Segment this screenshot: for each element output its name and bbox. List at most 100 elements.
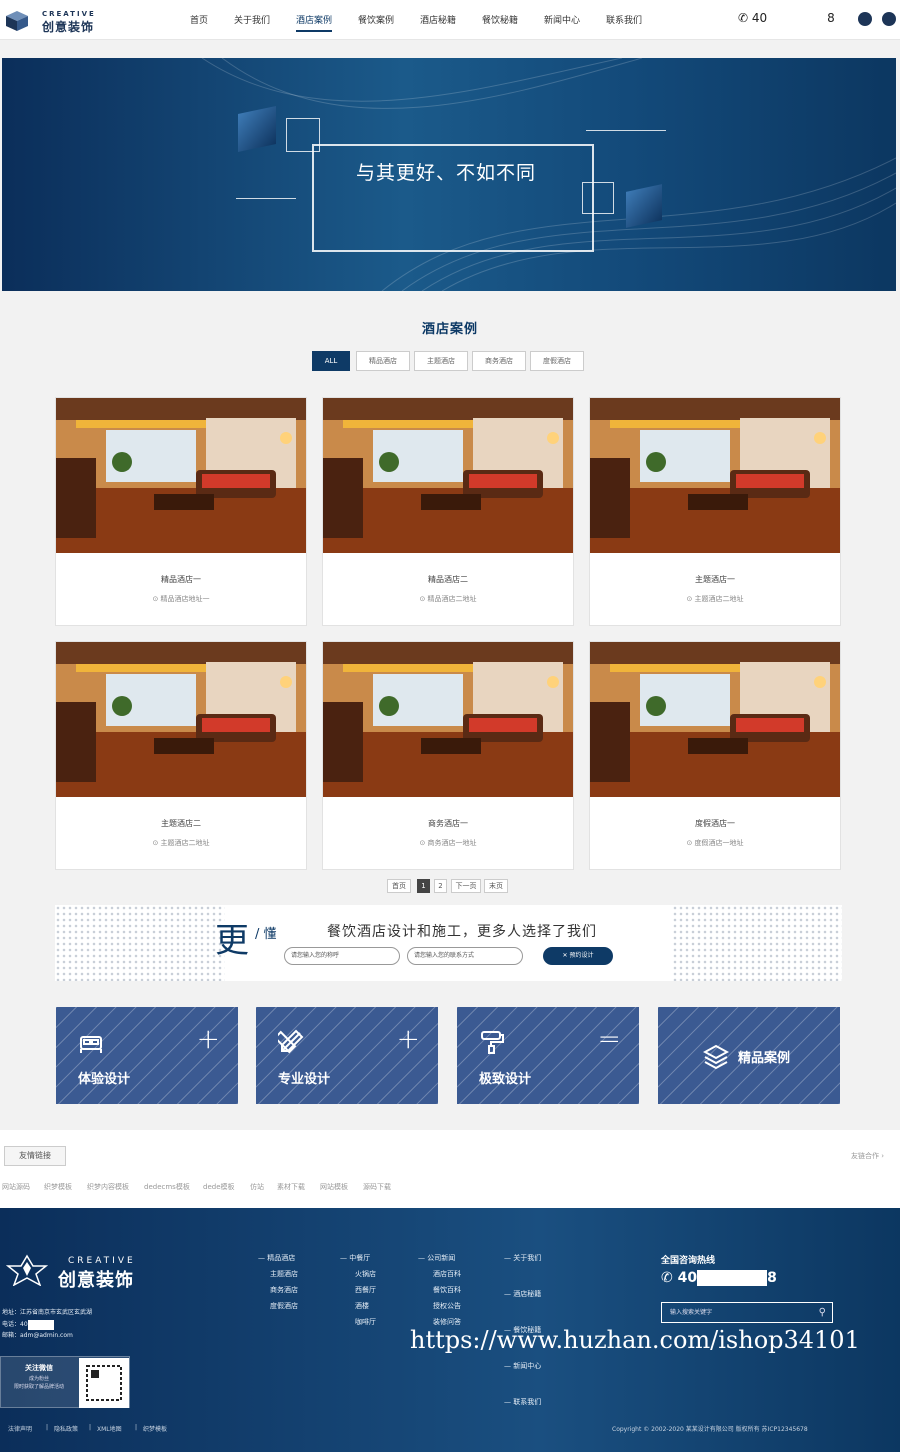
nav-dining-cases[interactable]: 餐饮案例 — [358, 13, 394, 26]
footer-col1-head[interactable]: — 精品酒店 — [258, 1253, 295, 1263]
banner-slogan: 与其更好、不如不同 — [356, 162, 537, 184]
phone-suffix: 8 — [827, 11, 835, 25]
case-photo[interactable] — [323, 398, 573, 553]
footer-link[interactable]: 中餐厅 — [349, 1254, 370, 1262]
nav-contact[interactable]: 联系我们 — [606, 13, 642, 26]
cta-name-input[interactable]: 请您输入您的称呼 — [284, 947, 400, 965]
filter-all[interactable]: ALL — [312, 351, 350, 371]
cta-contact-input[interactable]: 请您输入您的联系方式 — [407, 947, 523, 965]
case-title[interactable]: 精品酒店二 — [323, 574, 573, 585]
bottom-link[interactable]: 织梦模板 — [143, 1424, 167, 1433]
hero-banner: 与其更好、不如不同 — [2, 58, 896, 291]
nav-news[interactable]: 新闻中心 — [544, 13, 580, 26]
footer-link[interactable]: 餐饮百科 — [433, 1285, 461, 1295]
feature-experience[interactable]: + 体验设计 — [56, 1007, 238, 1104]
feature-cases[interactable]: 精品案例 — [658, 1007, 840, 1104]
page-last[interactable]: 末页 — [484, 879, 508, 893]
nav-hotel-tips[interactable]: 酒店秘籍 — [420, 13, 456, 26]
filter-resort[interactable]: 度假酒店 — [530, 351, 584, 371]
footer-link[interactable]: 火锅店 — [355, 1269, 376, 1279]
case-address: ⊙ 商务酒店一地址 — [323, 838, 573, 848]
nav-about[interactable]: 关于我们 — [234, 13, 270, 26]
case-photo[interactable] — [56, 398, 306, 553]
friend-link[interactable]: 素材下载 — [277, 1182, 305, 1192]
footer-logo-en: CREATIVE — [68, 1256, 136, 1266]
friend-link[interactable]: 仿站 — [250, 1182, 264, 1192]
filter-theme[interactable]: 主题酒店 — [414, 351, 468, 371]
case-card[interactable]: 精品酒店二 ⊙ 精品酒店二地址 — [322, 397, 574, 626]
friend-link[interactable]: 源码下载 — [363, 1182, 391, 1192]
plus-icon: + — [196, 1022, 220, 1055]
case-card[interactable]: 主题酒店二 ⊙ 主题酒店二地址 — [55, 641, 307, 870]
wechat-icon[interactable] — [858, 12, 872, 26]
footer-col4-item[interactable]: — 新闻中心 — [504, 1361, 541, 1371]
case-title[interactable]: 商务酒店一 — [323, 818, 573, 829]
case-title[interactable]: 精品酒店一 — [56, 574, 306, 585]
case-card[interactable]: 商务酒店一 ⊙ 商务酒店一地址 — [322, 641, 574, 870]
case-card[interactable]: 主题酒店一 ⊙ 主题酒店二地址 — [589, 397, 841, 626]
footer-link[interactable]: 商务酒店 — [270, 1285, 298, 1295]
friend-link[interactable]: 织梦内容模板 — [87, 1182, 129, 1192]
footer-link[interactable]: 酒店秘籍 — [513, 1290, 541, 1298]
bottom-link[interactable]: XML地图 — [97, 1424, 122, 1433]
filter-boutique[interactable]: 精品酒店 — [356, 351, 410, 371]
page-2[interactable]: 2 — [434, 879, 447, 893]
footer-col4-item[interactable]: — 关于我们 — [504, 1253, 541, 1263]
footer-link[interactable]: 关于我们 — [513, 1254, 541, 1262]
footer-link[interactable]: 公司新闻 — [427, 1254, 455, 1262]
logo-star-icon — [6, 1254, 48, 1286]
friend-link[interactable]: dede模板 — [203, 1182, 235, 1192]
footer-link[interactable]: 酒店百科 — [433, 1269, 461, 1279]
footer-link[interactable]: 西餐厅 — [355, 1285, 376, 1295]
cta-submit-button[interactable]: ✕ 预约设计 — [543, 947, 613, 965]
footer-link[interactable]: 授权公告 — [433, 1301, 461, 1311]
bottom-link[interactable]: 法律声明 — [8, 1424, 32, 1433]
footer-col4-item[interactable]: — 酒店秘籍 — [504, 1289, 541, 1299]
footer-link[interactable]: 精品酒店 — [267, 1254, 295, 1262]
site-logo[interactable]: CREATIVE 创意装饰 — [4, 8, 94, 34]
footer-link[interactable]: 新闻中心 — [513, 1362, 541, 1370]
case-title[interactable]: 度假酒店一 — [590, 818, 840, 829]
case-photo[interactable] — [590, 642, 840, 797]
case-photo[interactable] — [323, 642, 573, 797]
footer-link[interactable]: 酒楼 — [355, 1301, 369, 1311]
footer-search-input[interactable]: 输入搜索关键字 ⚲ — [661, 1302, 833, 1323]
feature-ultimate[interactable]: = 极致设计 — [457, 1007, 639, 1104]
case-address-text: 主题酒店二地址 — [160, 839, 210, 847]
case-card[interactable]: 度假酒店一 ⊙ 度假酒店一地址 — [589, 641, 841, 870]
friend-link[interactable]: 网站源码 — [2, 1182, 30, 1192]
footer-link[interactable]: 咖啡厅 — [355, 1317, 376, 1327]
friend-link[interactable]: 网站模板 — [320, 1182, 348, 1192]
wechat-qr-code — [79, 1358, 129, 1408]
footer-col2-head[interactable]: — 中餐厅 — [340, 1253, 370, 1263]
footer-col3-head[interactable]: — 公司新闻 — [418, 1253, 455, 1263]
nav-home[interactable]: 首页 — [190, 13, 208, 26]
bed-icon — [80, 1036, 102, 1053]
case-photo[interactable] — [56, 642, 306, 797]
watermark-text: https://www.huzhan.com/ishop34101 — [410, 1326, 860, 1354]
footer-link[interactable]: 主题酒店 — [270, 1269, 298, 1279]
page-1[interactable]: 1 — [417, 879, 430, 893]
footer-link[interactable]: 联系我们 — [513, 1398, 541, 1406]
case-photo[interactable] — [590, 398, 840, 553]
bottom-link[interactable]: 隐私政策 — [54, 1424, 78, 1433]
case-card[interactable]: 精品酒店一 ⊙ 精品酒店地址一 — [55, 397, 307, 626]
nav-hotel-cases[interactable]: 酒店案例 — [296, 13, 333, 32]
footer-link[interactable]: 度假酒店 — [270, 1301, 298, 1311]
nav-dining-tips[interactable]: 餐饮秘籍 — [482, 13, 518, 26]
friend-link[interactable]: dedecms模板 — [144, 1182, 190, 1192]
page-first[interactable]: 首页 — [387, 879, 411, 893]
footer-col4-item[interactable]: — 联系我们 — [504, 1397, 541, 1407]
case-address-text: 度假酒店一地址 — [694, 839, 744, 847]
friend-links-more[interactable]: 友链合作 › — [851, 1151, 884, 1161]
page-next[interactable]: 下一页 — [451, 879, 481, 893]
weibo-icon[interactable] — [882, 12, 896, 26]
friend-link[interactable]: 织梦模板 — [44, 1182, 72, 1192]
case-title[interactable]: 主题酒店一 — [590, 574, 840, 585]
filter-business[interactable]: 商务酒店 — [472, 351, 526, 371]
case-address-text: 精品酒店地址一 — [160, 595, 210, 603]
search-icon[interactable]: ⚲ — [819, 1303, 826, 1322]
feature-professional[interactable]: + 专业设计 — [256, 1007, 438, 1104]
case-title[interactable]: 主题酒店二 — [56, 818, 306, 829]
logo-cn: 创意装饰 — [42, 20, 95, 34]
